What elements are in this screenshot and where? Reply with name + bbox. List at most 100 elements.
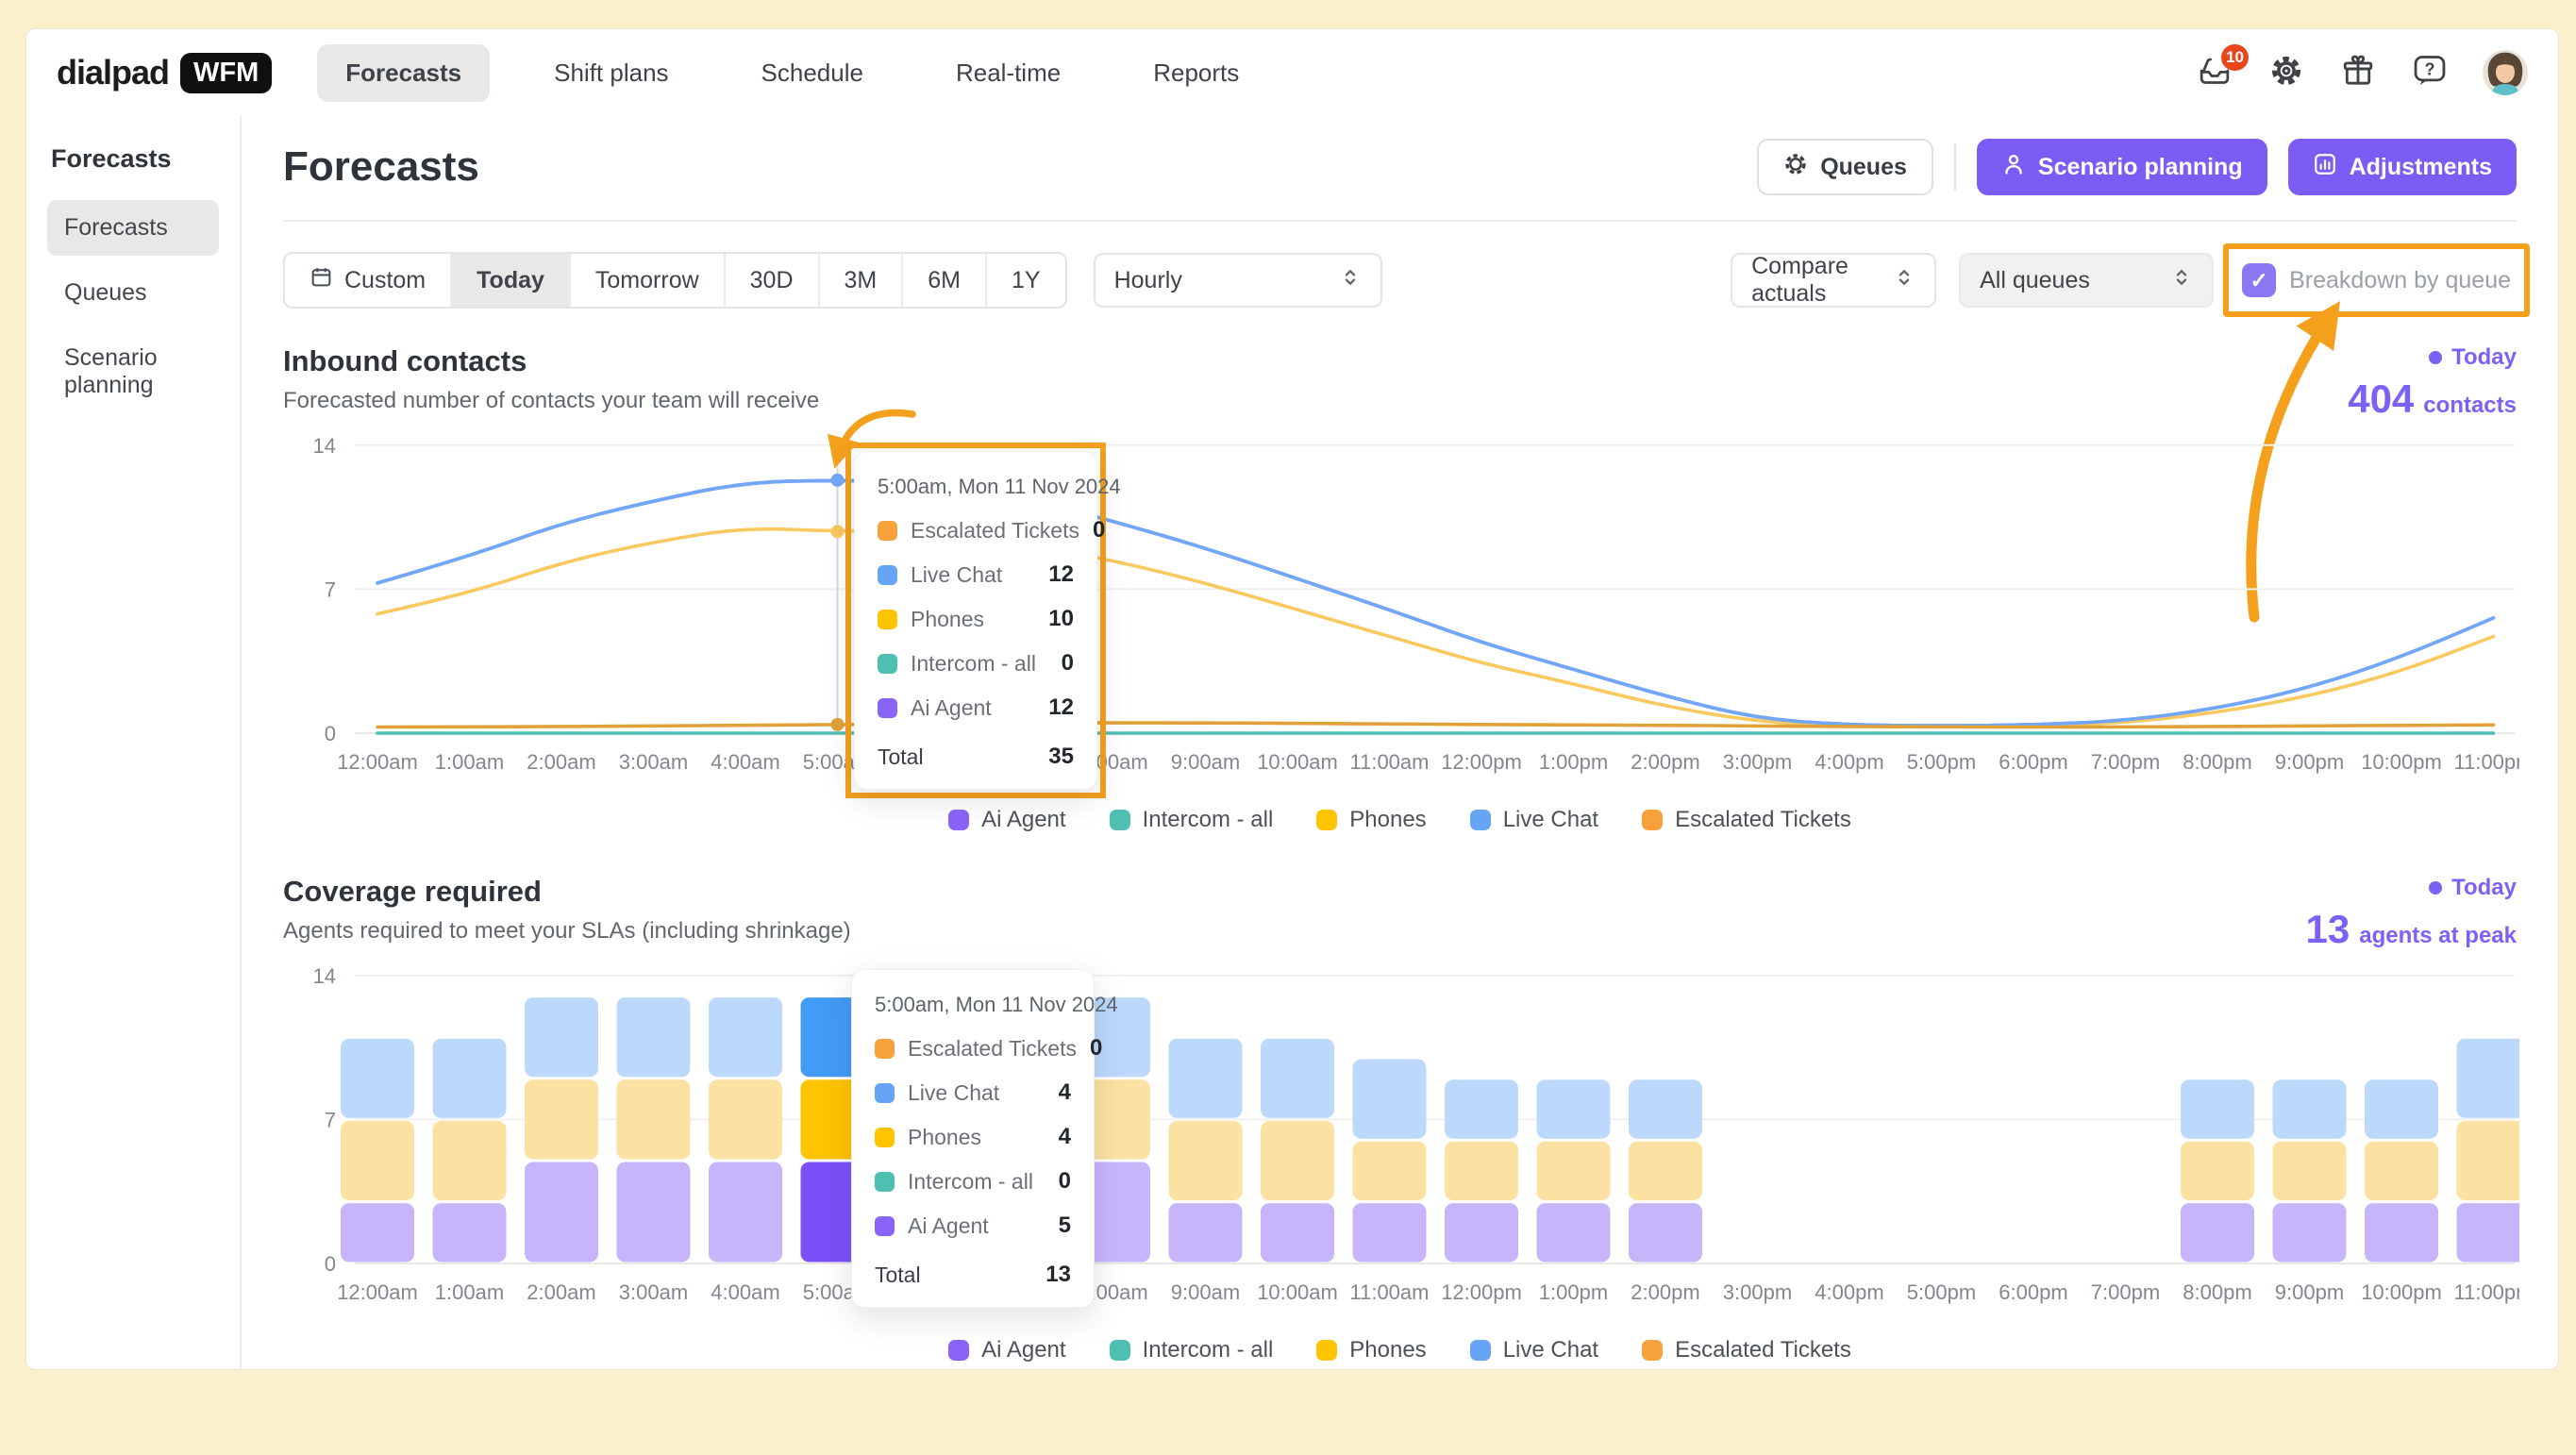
- scenario-planning-button[interactable]: Scenario planning: [1977, 139, 2267, 195]
- queues-button-label: Queues: [1820, 154, 1907, 181]
- range-segment-tomorrow[interactable]: Tomorrow: [569, 254, 724, 307]
- help-button[interactable]: ?: [2411, 54, 2449, 92]
- queues-button[interactable]: Queues: [1757, 139, 1933, 195]
- range-segment-custom[interactable]: Custom: [285, 254, 450, 307]
- nav-tab-reports[interactable]: Reports: [1125, 44, 1267, 102]
- tooltip-label: Phones: [908, 1125, 1045, 1150]
- settings-button[interactable]: [2267, 54, 2305, 92]
- coverage-today-stat: Today 13 agents at peak: [2306, 875, 2517, 952]
- range-segment-6m[interactable]: 6M: [901, 254, 985, 307]
- legend-swatch-live_chat: [1470, 1340, 1491, 1361]
- compare-actuals-select[interactable]: Compare actuals: [1731, 253, 1936, 308]
- legend-item-escalated[interactable]: Escalated Tickets: [1642, 807, 1851, 833]
- svg-text:1:00am: 1:00am: [435, 750, 504, 774]
- sidebar-item-scenario-planning[interactable]: Scenario planning: [47, 330, 219, 413]
- adjustments-label: Adjustments: [2350, 154, 2492, 181]
- inbox-unread-badge: 10: [2221, 44, 2249, 71]
- svg-text:11:00pm: 11:00pm: [2454, 750, 2519, 774]
- legend-item-intercom[interactable]: Intercom - all: [1110, 1337, 1274, 1363]
- bar-chart-canvas[interactable]: 071412:00am1:00am2:00am3:00am4:00am5:00a…: [283, 962, 2519, 1313]
- coverage-bar-chart[interactable]: 071412:00am1:00am2:00am3:00am4:00am5:00a…: [283, 962, 2517, 1313]
- legend-item-phones[interactable]: Phones: [1316, 1337, 1426, 1363]
- range-segment-today[interactable]: Today: [450, 254, 569, 307]
- tooltip-value: 5: [1059, 1212, 1071, 1239]
- tooltip-row-live_chat: Live Chat4: [875, 1079, 1071, 1106]
- legend-label: Phones: [1349, 807, 1426, 833]
- svg-text:6:00pm: 6:00pm: [1999, 750, 2067, 774]
- legend-item-live_chat[interactable]: Live Chat: [1470, 1337, 1598, 1363]
- today-dot: [2429, 351, 2442, 364]
- granularity-select[interactable]: Hourly: [1094, 253, 1382, 308]
- svg-text:7: 7: [325, 577, 336, 601]
- tooltip-total-value: 35: [1048, 744, 1074, 770]
- coverage-chart-legend: Ai Agent Intercom - all Phones Live Chat Esc…: [283, 1337, 2517, 1363]
- svg-text:14: 14: [313, 434, 336, 458]
- nav-tab-schedule[interactable]: Schedule: [733, 44, 892, 102]
- legend-swatch-phones: [1316, 1340, 1337, 1361]
- today-label: Today: [2451, 344, 2517, 371]
- line-chart-canvas[interactable]: 071412:00am1:00am2:00am3:00am4:00am5:00a…: [283, 431, 2519, 782]
- breakdown-by-queue-toggle[interactable]: ✓ Breakdown by queue: [2236, 263, 2517, 297]
- sidebar-title: Forecasts: [51, 144, 219, 174]
- svg-text:1:00am: 1:00am: [435, 1280, 504, 1304]
- svg-text:14: 14: [313, 964, 336, 988]
- legend-swatch-intercom: [1110, 810, 1130, 830]
- sidebar: Forecasts Forecasts Queues Scenario planni…: [26, 116, 242, 1369]
- user-avatar[interactable]: [2483, 50, 2528, 95]
- range-segment-30d[interactable]: 30D: [724, 254, 818, 307]
- tooltip-value: 0: [1059, 1168, 1071, 1195]
- tooltip-swatch-intercom: [875, 1172, 895, 1192]
- tooltip-value: 0: [1062, 650, 1074, 677]
- sidebar-items: Forecasts Queues Scenario planning: [47, 200, 219, 413]
- tooltip-swatch-ai_agent: [875, 1216, 895, 1236]
- breakdown-checkbox[interactable]: ✓: [2242, 263, 2276, 297]
- inbound-stat-value: 404: [2348, 376, 2414, 422]
- legend-item-ai_agent[interactable]: Ai Agent: [948, 1337, 1065, 1363]
- svg-text:2:00pm: 2:00pm: [1631, 750, 1699, 774]
- svg-text:10:00am: 10:00am: [1257, 1280, 1338, 1304]
- svg-text:12:00am: 12:00am: [337, 1280, 418, 1304]
- top-right-icons: 10: [2196, 50, 2528, 95]
- legend-item-live_chat[interactable]: Live Chat: [1470, 807, 1598, 833]
- header-divider: [1954, 143, 1956, 191]
- tooltip-total-value: 13: [1045, 1262, 1071, 1288]
- updown-chevrons-icon: [1339, 266, 1362, 295]
- range-segment-3m[interactable]: 3M: [818, 254, 902, 307]
- svg-text:8:00pm: 8:00pm: [2183, 1280, 2251, 1304]
- body-row: Forecasts Forecasts Queues Scenario planni…: [26, 116, 2558, 1369]
- help-icon: ?: [2413, 54, 2447, 92]
- legend-item-escalated[interactable]: Escalated Tickets: [1642, 1337, 1851, 1363]
- today-label: Today: [2451, 875, 2517, 901]
- tooltip-value: 10: [1048, 606, 1074, 632]
- sidebar-item-forecasts[interactable]: Forecasts: [47, 200, 219, 256]
- svg-text:2:00pm: 2:00pm: [1631, 1280, 1699, 1304]
- coverage-section-header: Coverage required Agents required to mee…: [283, 875, 2517, 952]
- tooltip-total-row: Total35: [878, 744, 1074, 770]
- legend-item-intercom[interactable]: Intercom - all: [1110, 807, 1274, 833]
- nav-tab-shift-plans[interactable]: Shift plans: [526, 44, 696, 102]
- nav-tab-forecasts[interactable]: Forecasts: [317, 44, 490, 102]
- inbound-line-chart[interactable]: 071412:00am1:00am2:00am3:00am4:00am5:00a…: [283, 431, 2517, 782]
- legend-item-ai_agent[interactable]: Ai Agent: [948, 807, 1065, 833]
- gifts-button[interactable]: [2339, 54, 2377, 92]
- inbox-button[interactable]: 10: [2196, 54, 2233, 92]
- svg-text:11:00am: 11:00am: [1350, 1280, 1430, 1304]
- bar-chart-icon: [2313, 152, 2337, 183]
- svg-text:10:00pm: 10:00pm: [2361, 750, 2442, 774]
- legend-label: Intercom - all: [1143, 807, 1274, 833]
- legend-item-phones[interactable]: Phones: [1316, 807, 1426, 833]
- annotated-tooltip-frame: 5:00am, Mon 11 Nov 2024Escalated Tickets…: [845, 443, 1106, 798]
- tooltip-value: 12: [1048, 561, 1074, 588]
- svg-text:0: 0: [325, 722, 336, 745]
- coverage-subtitle: Agents required to meet your SLAs (inclu…: [283, 918, 851, 945]
- tooltip-swatch-escalated: [875, 1039, 895, 1059]
- adjustments-button[interactable]: Adjustments: [2288, 139, 2517, 195]
- inbound-subtitle: Forecasted number of contacts your team …: [283, 388, 819, 414]
- coverage-title: Coverage required: [283, 875, 851, 909]
- tooltip-label: Ai Agent: [908, 1213, 1045, 1239]
- nav-tab-real-time[interactable]: Real-time: [928, 44, 1089, 102]
- sidebar-item-queues[interactable]: Queues: [47, 265, 219, 321]
- tooltip-value: 4: [1059, 1124, 1071, 1150]
- queue-filter-select[interactable]: All queues: [1959, 253, 2214, 308]
- range-segment-1y[interactable]: 1Y: [985, 254, 1065, 307]
